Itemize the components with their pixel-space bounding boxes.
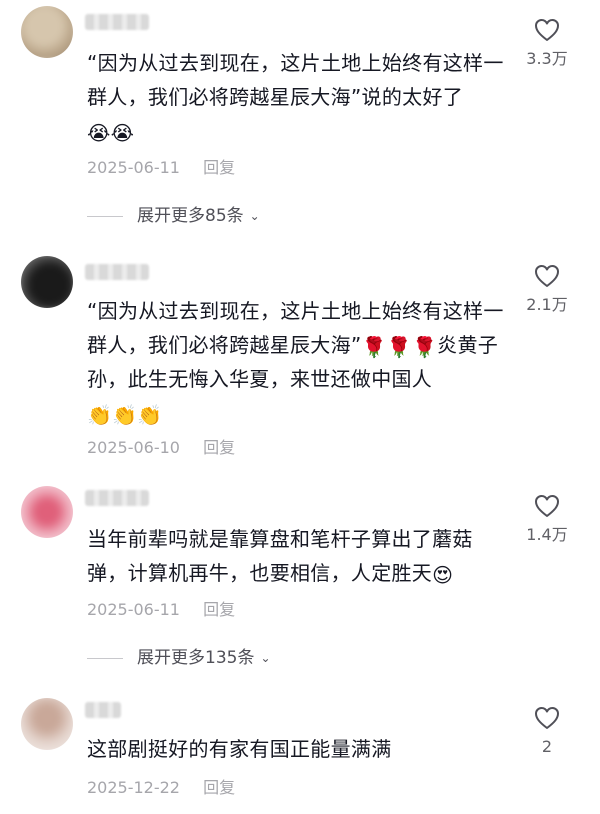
rose-emoji: 🌹🌹🌹	[361, 335, 438, 359]
comment-meta: 2025-06-10 回复	[87, 438, 235, 458]
comment-date: 2025-06-11	[87, 158, 180, 177]
expand-replies-button[interactable]: 展开更多85条 ⌄	[87, 206, 260, 226]
like-button[interactable]: 3.3万	[512, 18, 582, 68]
comment-meta: 2025-12-22 回复	[87, 778, 235, 798]
heart-icon[interactable]	[534, 18, 560, 42]
heart-eyes-emoji: 😍	[432, 563, 454, 587]
like-count: 3.3万	[526, 49, 568, 68]
comment-text: 当年前辈吗就是靠算盘和笔杆子算出了蘑菇弹，计算机再牛，也要相信，人定胜天😍	[87, 527, 473, 587]
like-button[interactable]: 2.1万	[512, 264, 582, 314]
comment-meta: 2025-06-11 回复	[87, 158, 235, 178]
avatar[interactable]	[21, 6, 73, 58]
expand-label: 展开更多135条	[137, 648, 255, 668]
heart-icon[interactable]	[534, 494, 560, 518]
like-count: 2.1万	[526, 295, 568, 314]
comment-meta: 2025-06-11 回复	[87, 600, 235, 620]
reply-button[interactable]: 回复	[203, 778, 235, 797]
comment-text: “因为从过去到现在，这片土地上始终有这样一群人，我们必将跨越星辰大海”🌹🌹🌹炎黄…	[87, 299, 504, 427]
heart-icon[interactable]	[534, 264, 560, 288]
comment-date: 2025-12-22	[87, 778, 180, 797]
avatar[interactable]	[21, 486, 73, 538]
username[interactable]	[85, 490, 149, 506]
crying-emoji: 😭😭	[87, 121, 135, 145]
username[interactable]	[85, 264, 149, 280]
comment-date: 2025-06-11	[87, 600, 180, 619]
expand-replies-button[interactable]: 展开更多135条 ⌄	[87, 648, 271, 668]
reply-button[interactable]: 回复	[203, 600, 235, 619]
heart-icon[interactable]	[534, 706, 560, 730]
reply-button[interactable]: 回复	[203, 438, 235, 457]
divider-line	[87, 657, 123, 659]
like-button[interactable]: 2	[512, 706, 582, 756]
like-count: 2	[541, 737, 553, 756]
divider-line	[87, 215, 123, 217]
chevron-down-icon: ⌄	[260, 651, 271, 665]
avatar[interactable]	[21, 256, 73, 308]
username[interactable]	[85, 14, 149, 30]
comment-text: “因为从过去到现在，这片土地上始终有这样一群人，我们必将跨越星辰大海”说的太好了…	[87, 51, 504, 145]
comment-date: 2025-06-10	[87, 438, 180, 457]
comment-text: 这部剧挺好的有家有国正能量满满	[87, 737, 392, 761]
like-button[interactable]: 1.4万	[512, 494, 582, 544]
username[interactable]	[85, 702, 121, 718]
expand-label: 展开更多85条	[137, 206, 244, 226]
chevron-down-icon: ⌄	[249, 209, 260, 223]
clapping-emoji: 👏👏👏	[87, 403, 163, 427]
like-count: 1.4万	[526, 525, 568, 544]
avatar[interactable]	[21, 698, 73, 750]
reply-button[interactable]: 回复	[203, 158, 235, 177]
